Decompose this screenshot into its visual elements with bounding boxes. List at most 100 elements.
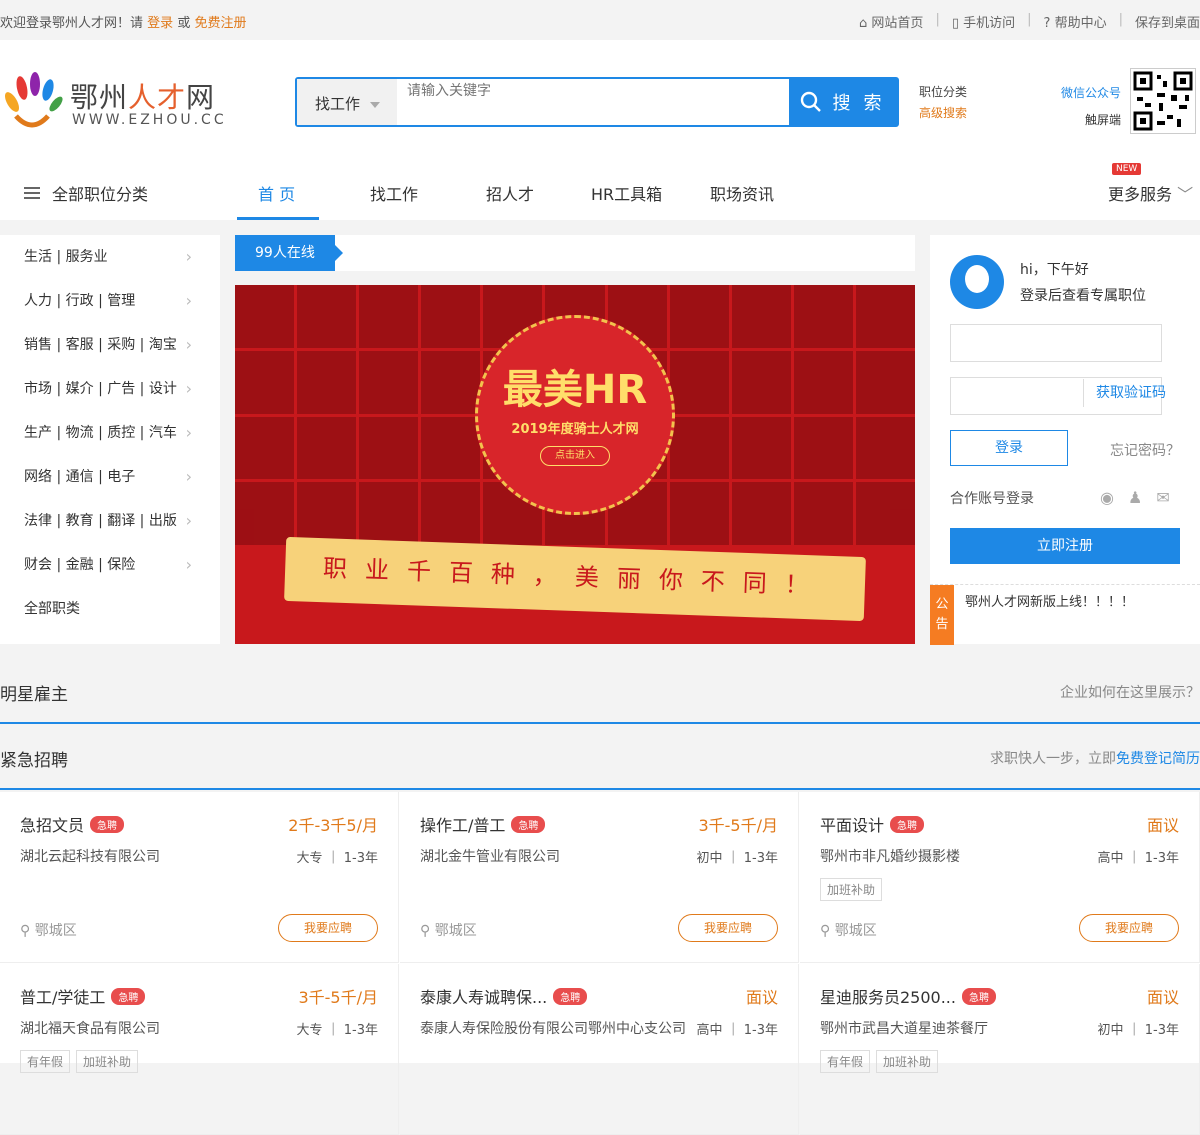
chevron-right-icon: ›: [185, 335, 192, 354]
job-company[interactable]: 鄂州市武昌大道星迪茶餐厅: [820, 1018, 988, 1038]
chevron-right-icon: ›: [185, 467, 192, 486]
search-type-select[interactable]: 找工作: [297, 79, 397, 125]
job-card[interactable]: 普工/学徒工 急聘 3千-5千/月 湖北福天食品有限公司 大专 ｜ 1-3年 有年…: [0, 964, 399, 1135]
top-links: ⌂ 网站首页 | ▯ 手机访问 | ? 帮助中心 | 保存到桌面: [859, 12, 1200, 31]
category-item[interactable]: 销售 | 客服 | 采购 | 淘宝 ›: [0, 323, 220, 367]
urgent-title: 紧急招聘: [0, 751, 68, 771]
job-category-link[interactable]: 职位分类: [919, 82, 967, 103]
site-logo[interactable]: 鄂州人才网 WWW.EZHOU.CC: [2, 72, 232, 142]
register-resume-link[interactable]: 免费登记简历: [1116, 751, 1200, 767]
location-pin-icon: ⚲: [20, 923, 31, 939]
register-button[interactable]: 立即注册: [950, 528, 1180, 564]
wechat-account-link[interactable]: 微信公众号: [1058, 80, 1121, 107]
weibo-icon[interactable]: ◉: [1100, 488, 1114, 507]
online-bar: 99人在线: [235, 235, 915, 271]
job-card[interactable]: 操作工/普工 急聘 3千-5千/月 湖北金牛管业有限公司 初中 ｜ 1-3年 ⚲ …: [400, 792, 799, 963]
qq-icon[interactable]: ♟: [1128, 488, 1142, 507]
top-register-link[interactable]: 免费注册: [194, 16, 246, 31]
job-tag: 加班补助: [76, 1050, 139, 1073]
nav-career-news[interactable]: 职场资讯: [710, 181, 774, 205]
main-nav: 全部职位分类 首 页 找工作 招人才 HR工具箱 职场资讯 NEW 更多服务 ﹀: [0, 163, 1200, 220]
home-link-label: 网站首页: [871, 16, 924, 31]
more-services-button[interactable]: 更多服务 ﹀: [1108, 181, 1193, 205]
job-requirements: 高中 ｜ 1-3年: [696, 1023, 779, 1038]
wechat-links: 微信公众号 触屏端: [1058, 80, 1121, 134]
job-requirements: 大专 ｜ 1-3年: [296, 851, 379, 866]
search-input[interactable]: [407, 79, 787, 125]
job-title[interactable]: 星迪服务员2500...: [820, 984, 956, 1008]
apply-button[interactable]: 我要应聘: [1079, 914, 1179, 942]
help-link-label: 帮助中心: [1054, 16, 1107, 31]
category-item[interactable]: 网络 | 通信 | 电子 ›: [0, 455, 220, 499]
category-item[interactable]: 生活 | 服务业 ›: [0, 235, 220, 279]
star-employer-link[interactable]: 企业如何在这里展示？: [1060, 682, 1200, 702]
job-company[interactable]: 湖北云起科技有限公司: [20, 846, 160, 866]
job-salary: 3千-5千/月: [298, 988, 378, 1007]
notice-text[interactable]: 鄂州人才网新版上线！！！！: [965, 591, 1134, 610]
get-code-button[interactable]: 获取验证码: [1083, 379, 1166, 407]
online-count: 99人在线: [235, 235, 343, 271]
category-item[interactable]: 财会 | 金融 | 保险 ›: [0, 543, 220, 587]
avatar: [950, 255, 1004, 309]
or-label: 或: [177, 16, 191, 31]
job-list: 急招文员 急聘 2千-3千5/月 湖北云起科技有限公司 大专 ｜ 1-3年 ⚲ 鄂…: [0, 792, 1200, 1135]
nav-recruit[interactable]: 招人才: [486, 181, 534, 205]
job-title[interactable]: 泰康人寿诚聘保...: [420, 984, 547, 1008]
nav-home[interactable]: 首 页: [258, 181, 295, 205]
all-categories-button[interactable]: 全部职位分类: [24, 181, 148, 205]
job-title[interactable]: 操作工/普工: [420, 812, 505, 836]
job-card[interactable]: 平面设计 急聘 面议 鄂州市非凡婚纱摄影楼 高中 ｜ 1-3年 加班补助 ⚲ 鄂城…: [800, 792, 1200, 963]
header-links: 职位分类 高级搜索: [919, 82, 967, 124]
chevron-right-icon: ›: [185, 423, 192, 442]
search-button-label: 搜 索: [832, 93, 886, 113]
apply-button[interactable]: 我要应聘: [278, 914, 378, 942]
nav-hr-tools[interactable]: HR工具箱: [591, 181, 662, 205]
advanced-search-link[interactable]: 高级搜索: [919, 103, 967, 124]
job-title[interactable]: 急招文员: [20, 812, 84, 836]
nav-find-job[interactable]: 找工作: [370, 181, 418, 205]
job-salary: 面议: [1146, 816, 1179, 835]
job-location: ⚲ 鄂城区: [20, 923, 77, 939]
job-salary: 面议: [1146, 988, 1179, 1007]
mobile-link[interactable]: ▯ 手机访问: [952, 12, 1015, 31]
category-item[interactable]: 生产 | 物流 | 质控 | 汽车 ›: [0, 411, 220, 455]
category-item[interactable]: 市场 | 媒介 | 广告 | 设计 ›: [0, 367, 220, 411]
search-button[interactable]: 搜 索: [789, 79, 897, 125]
logo-text: 鄂州人才网: [70, 81, 216, 114]
category-item[interactable]: 人力 | 行政 | 管理 ›: [0, 279, 220, 323]
job-card[interactable]: 星迪服务员2500... 急聘 面议 鄂州市武昌大道星迪茶餐厅 初中 ｜ 1-3年…: [800, 964, 1200, 1135]
job-salary: 2千-3千5/月: [288, 816, 378, 835]
greeting: hi，下午好 登录后查看专属职位: [1020, 257, 1146, 309]
phone-input[interactable]: [950, 324, 1162, 362]
job-company[interactable]: 湖北金牛管业有限公司: [420, 846, 560, 866]
save-desktop-link[interactable]: 保存到桌面: [1135, 12, 1200, 31]
urgent-hint: 求职快人一步，立即免费登记简历: [990, 751, 1200, 767]
star-employer-title: 明星雇主: [0, 685, 68, 705]
touch-link[interactable]: 触屏端: [1058, 107, 1121, 134]
banner-enter-button[interactable]: 点击进入: [540, 446, 610, 466]
apply-button[interactable]: 我要应聘: [678, 914, 778, 942]
more-services-label: 更多服务: [1108, 185, 1173, 204]
job-tag: 加班补助: [820, 878, 883, 901]
banner[interactable]: 最美HR 2019年度骑士人才网 点击进入 职业千百种，美丽你不同！: [235, 285, 915, 644]
top-login-link[interactable]: 登录: [147, 16, 173, 31]
job-card[interactable]: 泰康人寿诚聘保... 急聘 面议 泰康人寿保险股份有限公司鄂州中心支公司 高中 ｜…: [400, 964, 799, 1135]
forgot-password-link[interactable]: 忘记密码？: [1110, 440, 1180, 460]
search-icon: [801, 91, 822, 112]
home-link[interactable]: ⌂ 网站首页: [859, 12, 923, 31]
job-company[interactable]: 泰康人寿保险股份有限公司鄂州中心支公司: [420, 1018, 686, 1038]
job-company[interactable]: 鄂州市非凡婚纱摄影楼: [820, 846, 960, 866]
location-pin-icon: ⚲: [820, 923, 831, 939]
job-tag: 加班补助: [876, 1050, 939, 1073]
chevron-right-icon: ›: [185, 291, 192, 310]
job-title[interactable]: 平面设计: [820, 812, 884, 836]
help-link[interactable]: ? 帮助中心: [1044, 12, 1107, 31]
category-item-all[interactable]: 全部职类: [0, 587, 220, 631]
category-item[interactable]: 法律 | 教育 | 翻译 | 出版 ›: [0, 499, 220, 543]
wechat-icon[interactable]: ✉: [1156, 488, 1169, 507]
job-company[interactable]: 湖北福天食品有限公司: [20, 1018, 160, 1038]
job-title[interactable]: 普工/学徒工: [20, 984, 105, 1008]
banner-year: 2019年度骑士人才网: [511, 422, 639, 437]
login-button[interactable]: 登录: [950, 430, 1068, 466]
job-card[interactable]: 急招文员 急聘 2千-3千5/月 湖北云起科技有限公司 大专 ｜ 1-3年 ⚲ 鄂…: [0, 792, 399, 963]
